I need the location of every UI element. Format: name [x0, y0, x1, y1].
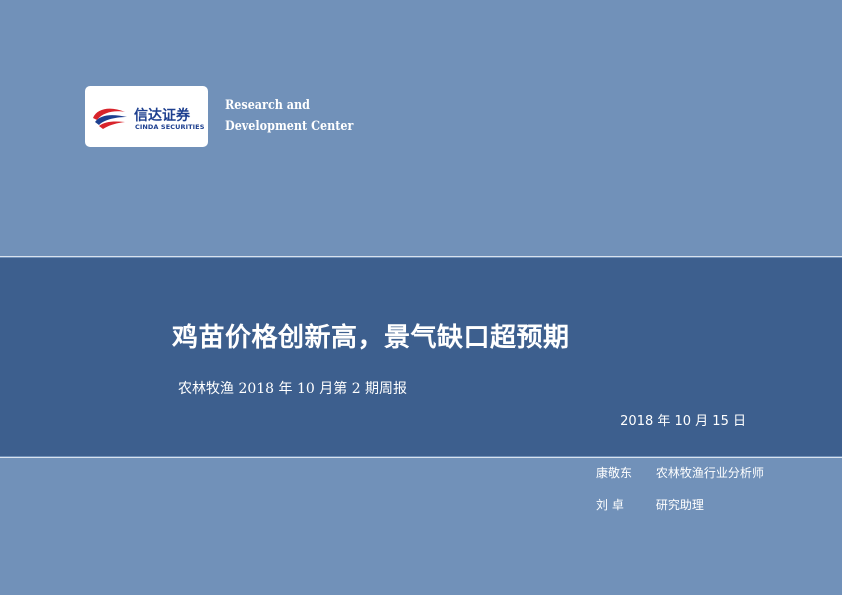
report-cover: 信达证券 CINDA SECURITIES Research and Devel… [0, 0, 842, 595]
analyst-entry: 康敬东 农林牧渔行业分析师 [596, 464, 764, 481]
band-top-rule [0, 256, 842, 257]
band-bottom-rule [0, 457, 842, 458]
analyst-role: 农林牧渔行业分析师 [655, 466, 764, 480]
analyst-name: 康敬东 [596, 466, 633, 480]
center-name-line2: Development Center [225, 119, 354, 134]
logo-name-cn: 信达证券 [134, 108, 190, 124]
analyst-name: 刘 卓 [596, 498, 624, 512]
report-date: 2018 年 10 月 15 日 [620, 414, 746, 429]
report-title: 鸡苗价格创新高，景气缺口超预期 [172, 323, 570, 353]
logo-name-en: CINDA SECURITIES [135, 123, 205, 131]
analyst-role: 研究助理 [655, 498, 704, 512]
cinda-swirl-logo-icon [93, 108, 127, 129]
cinda-logo: 信达证券 CINDA SECURITIES [85, 86, 208, 147]
center-name-line1: Research and [225, 98, 310, 113]
report-subtitle: 农林牧渔 2018 年 10 月第 2 期周报 [178, 381, 408, 397]
analyst-entry: 刘 卓 研究助理 [596, 496, 704, 513]
